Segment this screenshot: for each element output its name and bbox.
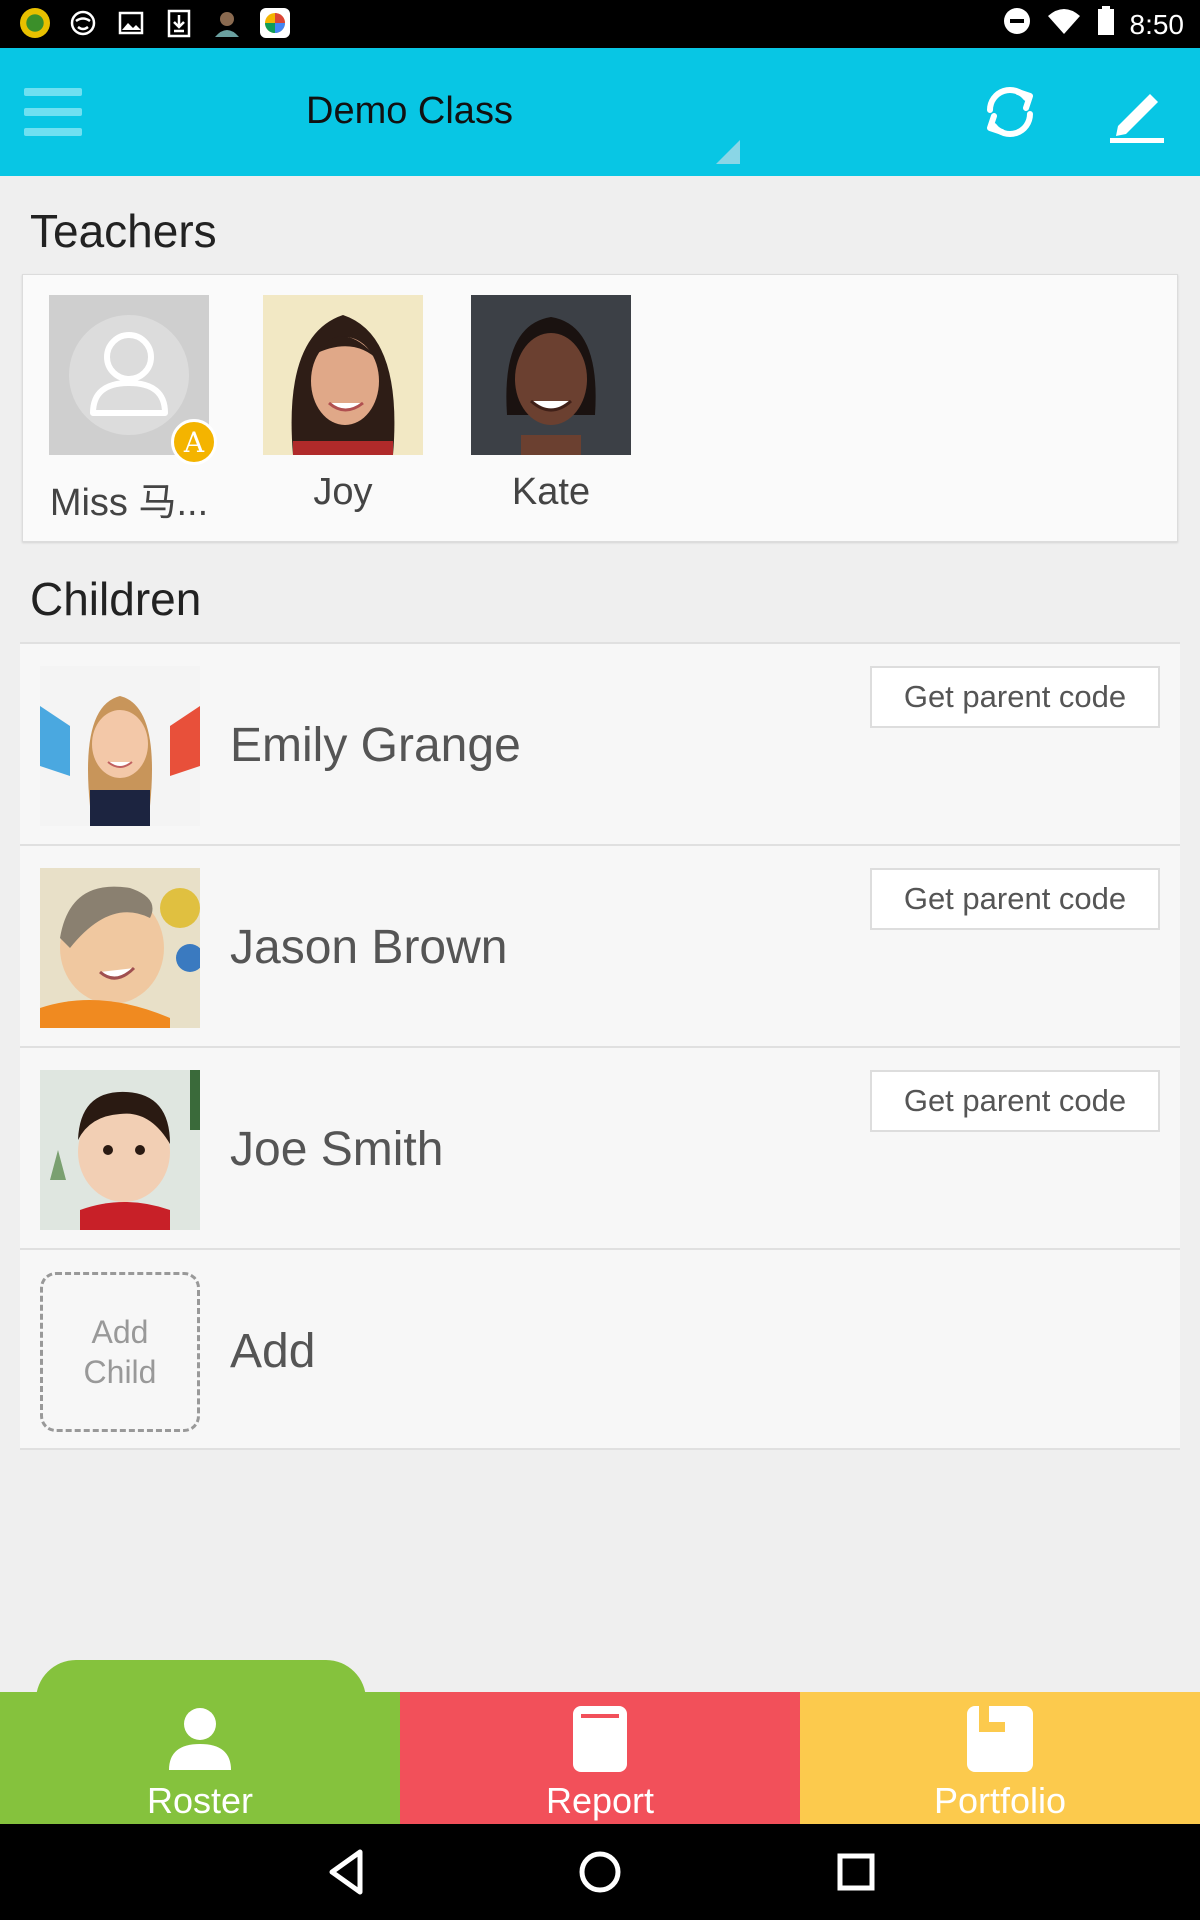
tab-label: Report bbox=[545, 1780, 655, 1821]
recents-square-icon bbox=[837, 1853, 875, 1891]
download-notification-icon bbox=[164, 8, 194, 38]
tab-roster[interactable]: Roster bbox=[0, 1692, 400, 1824]
sync-button[interactable] bbox=[978, 80, 1042, 144]
face-notification-icon bbox=[68, 8, 98, 38]
back-button[interactable] bbox=[316, 1844, 376, 1900]
clock: 8:50 bbox=[1129, 8, 1185, 40]
teacher-item[interactable]: A Miss 马... bbox=[49, 295, 217, 526]
add-child-button[interactable]: Add Child bbox=[40, 1272, 200, 1432]
home-button[interactable] bbox=[570, 1844, 630, 1900]
child-name: Joe Smith bbox=[230, 1123, 444, 1176]
teacher-name: Joy bbox=[313, 471, 373, 513]
avatar bbox=[471, 295, 631, 455]
teachers-heading: Teachers bbox=[30, 205, 217, 257]
menu-button[interactable] bbox=[24, 84, 82, 140]
avatar bbox=[40, 666, 200, 826]
add-label: Add bbox=[230, 1325, 316, 1378]
recents-button[interactable] bbox=[826, 1844, 886, 1900]
home-circle-icon bbox=[579, 1851, 621, 1893]
image-notification-icon bbox=[116, 8, 146, 38]
add-child-box-line2: Child bbox=[83, 1354, 157, 1390]
bottom-tab-bar: Roster Report Portfolio bbox=[0, 1692, 1200, 1824]
edit-button[interactable] bbox=[1104, 80, 1168, 144]
battery-icon bbox=[1096, 6, 1116, 43]
app-notification-icon bbox=[20, 8, 50, 38]
avatar-notification-icon bbox=[212, 8, 242, 38]
get-parent-code-button[interactable]: Get parent code bbox=[870, 868, 1160, 930]
get-parent-code-button[interactable]: Get parent code bbox=[870, 666, 1160, 728]
tab-label: Portfolio bbox=[933, 1780, 1067, 1821]
status-bar: 8:50 bbox=[0, 0, 1200, 48]
report-book-icon bbox=[573, 1706, 627, 1772]
list-item[interactable]: Jason Brown Get parent code bbox=[20, 844, 1180, 1046]
avatar bbox=[263, 295, 423, 455]
child-name: Emily Grange bbox=[230, 719, 521, 772]
children-list: Emily Grange Get parent code Jason Brown… bbox=[20, 642, 1180, 1450]
portfolio-icon bbox=[967, 1706, 1033, 1772]
children-heading: Children bbox=[30, 573, 202, 625]
do-not-disturb-icon bbox=[1002, 6, 1032, 43]
photos-notification-icon bbox=[260, 8, 290, 38]
list-item[interactable]: Joe Smith Get parent code bbox=[20, 1046, 1180, 1248]
tab-label: Roster bbox=[146, 1780, 254, 1821]
tab-portfolio[interactable]: Portfolio bbox=[800, 1692, 1200, 1824]
add-child-row[interactable]: Add Child Add bbox=[20, 1248, 1180, 1450]
teacher-name: Kate bbox=[511, 471, 591, 513]
add-child-box-line1: Add bbox=[91, 1314, 149, 1350]
class-selector[interactable]: Demo Class bbox=[306, 90, 513, 133]
pencil-icon bbox=[1110, 94, 1164, 143]
back-triangle-icon bbox=[329, 1849, 363, 1895]
avatar bbox=[40, 868, 200, 1028]
avatar bbox=[40, 1070, 200, 1230]
list-item[interactable]: Emily Grange Get parent code bbox=[20, 642, 1180, 844]
person-icon bbox=[169, 1708, 231, 1770]
hamburger-icon bbox=[24, 88, 82, 96]
wifi-icon bbox=[1046, 6, 1082, 43]
teacher-item[interactable]: Kate bbox=[471, 295, 631, 514]
dropdown-indicator-icon[interactable] bbox=[716, 140, 740, 164]
app-bar: Demo Class bbox=[0, 48, 1200, 176]
avatar: A bbox=[49, 295, 217, 465]
get-parent-code-button[interactable]: Get parent code bbox=[870, 1070, 1160, 1132]
tab-report[interactable]: Report bbox=[400, 1692, 800, 1824]
teacher-name: Miss 马... bbox=[49, 482, 209, 524]
refresh-icon bbox=[987, 87, 1033, 137]
teachers-card: A Miss 马... Joy Kate bbox=[22, 274, 1178, 542]
admin-badge: A bbox=[171, 419, 217, 465]
teacher-item[interactable]: Joy bbox=[263, 295, 423, 514]
child-name: Jason Brown bbox=[230, 921, 508, 974]
system-nav-bar bbox=[0, 1824, 1200, 1920]
